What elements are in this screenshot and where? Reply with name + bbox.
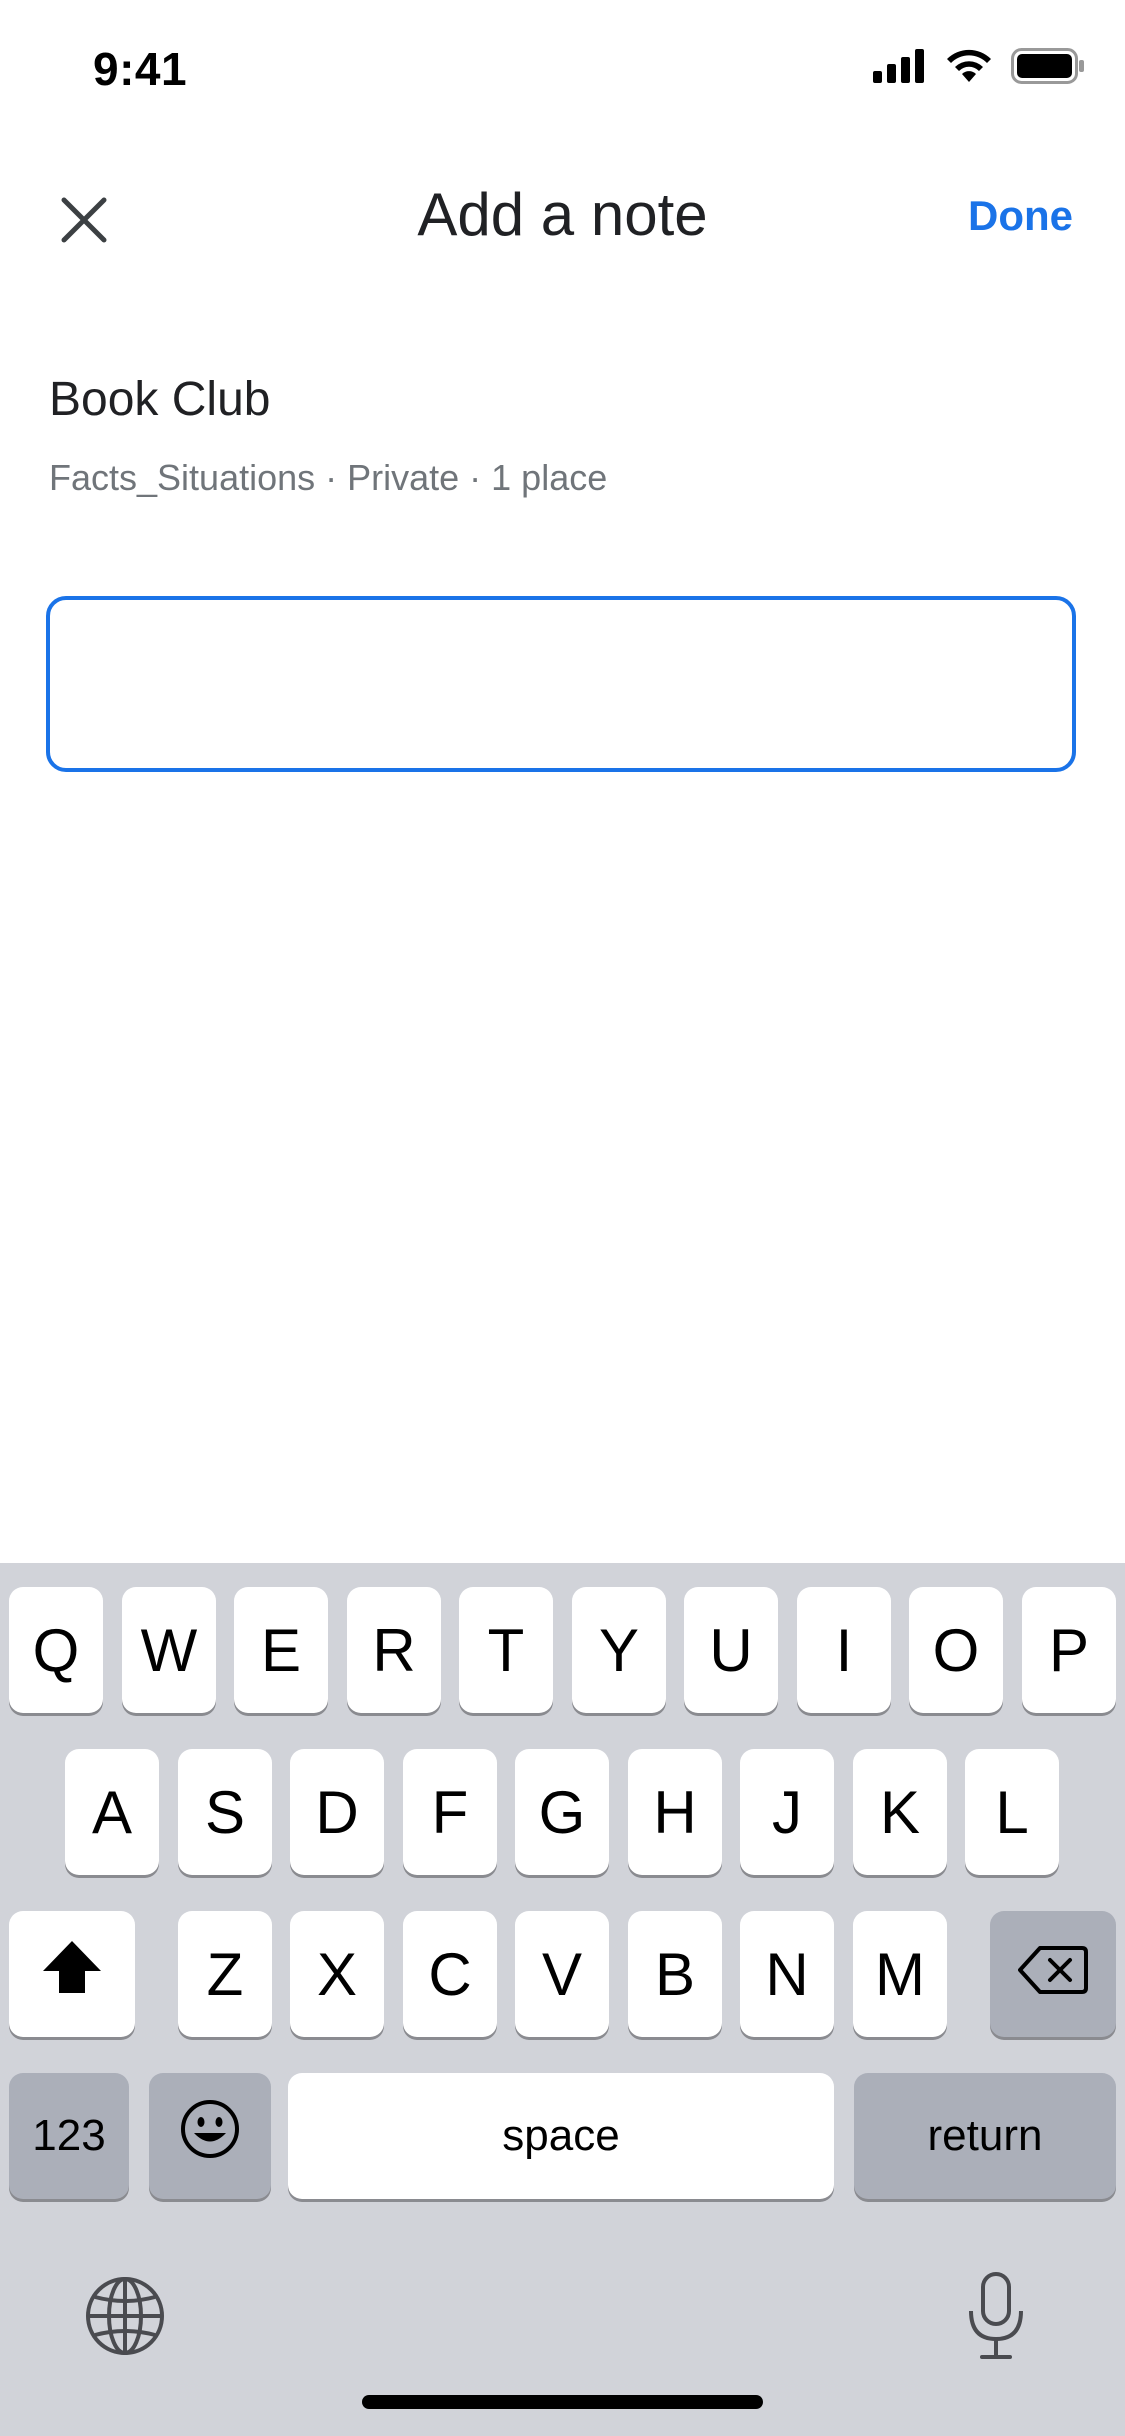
key-j[interactable]: J <box>740 1749 834 1875</box>
battery-icon <box>1011 48 1085 84</box>
key-f[interactable]: F <box>403 1749 497 1875</box>
key-p[interactable]: P <box>1022 1587 1116 1713</box>
list-meta: Facts_Situations · Private · 1 place <box>49 457 608 498</box>
emoji-key[interactable] <box>149 2073 271 2199</box>
list-name: Book Club <box>49 373 271 426</box>
emoji-icon <box>179 2098 241 2174</box>
key-b[interactable]: B <box>628 1911 722 2037</box>
cellular-signal-icon <box>873 49 927 83</box>
keyboard: Q W E R T Y U I O P A S D F G H J K L Z … <box>0 1563 1125 2436</box>
key-e[interactable]: E <box>234 1587 328 1713</box>
shift-icon <box>40 1938 104 2010</box>
status-icons <box>873 48 1085 84</box>
key-q[interactable]: Q <box>9 1587 103 1713</box>
key-a[interactable]: A <box>65 1749 159 1875</box>
key-c[interactable]: C <box>403 1911 497 2037</box>
key-s[interactable]: S <box>178 1749 272 1875</box>
key-z[interactable]: Z <box>178 1911 272 2037</box>
key-y[interactable]: Y <box>572 1587 666 1713</box>
key-l[interactable]: L <box>965 1749 1059 1875</box>
return-key[interactable]: return <box>854 2073 1116 2199</box>
key-o[interactable]: O <box>909 1587 1003 1713</box>
key-w[interactable]: W <box>122 1587 216 1713</box>
key-r[interactable]: R <box>347 1587 441 1713</box>
globe-button[interactable] <box>80 2273 170 2363</box>
backspace-icon <box>1018 1940 1088 2009</box>
note-input[interactable] <box>46 596 1076 772</box>
key-u[interactable]: U <box>684 1587 778 1713</box>
status-bar: 9:41 <box>0 0 1125 140</box>
key-m[interactable]: M <box>853 1911 947 2037</box>
numbers-key[interactable]: 123 <box>9 2073 129 2199</box>
key-x[interactable]: X <box>290 1911 384 2037</box>
key-d[interactable]: D <box>290 1749 384 1875</box>
space-key[interactable]: space <box>288 2073 834 2199</box>
home-indicator <box>362 2395 763 2409</box>
delete-key[interactable] <box>990 1911 1116 2037</box>
microphone-button[interactable] <box>951 2268 1041 2368</box>
page-title: Add a note <box>417 181 708 248</box>
key-k[interactable]: K <box>853 1749 947 1875</box>
header: Add a note Done <box>0 160 1125 270</box>
done-button[interactable]: Done <box>968 192 1073 240</box>
key-i[interactable]: I <box>797 1587 891 1713</box>
shift-key[interactable] <box>9 1911 135 2037</box>
microphone-icon <box>966 2271 1026 2366</box>
key-h[interactable]: H <box>628 1749 722 1875</box>
key-n[interactable]: N <box>740 1911 834 2037</box>
status-time: 9:41 <box>93 43 188 95</box>
key-t[interactable]: T <box>459 1587 553 1713</box>
globe-icon <box>84 2275 166 2362</box>
key-v[interactable]: V <box>515 1911 609 2037</box>
wifi-icon <box>945 48 993 84</box>
key-g[interactable]: G <box>515 1749 609 1875</box>
